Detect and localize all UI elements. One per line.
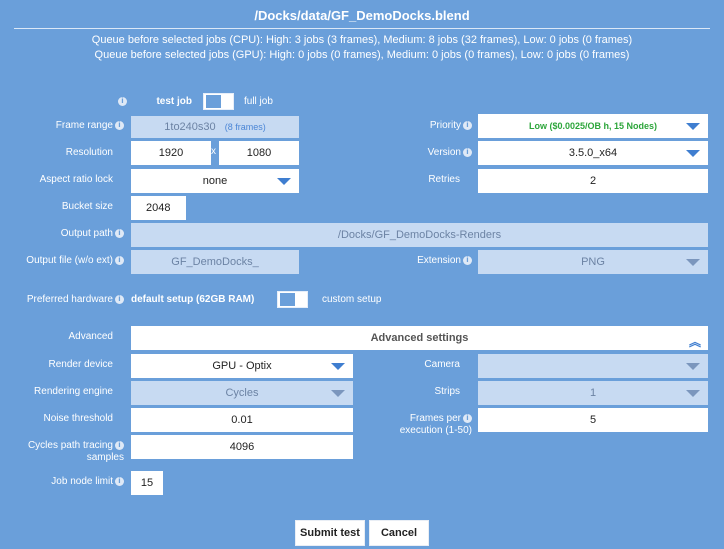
priority-select[interactable]: Low ($0.0025/OB h, 15 Nodes) — [478, 114, 708, 138]
node-limit-info-icon[interactable]: i — [115, 477, 124, 486]
version-label-text: Version — [427, 147, 461, 158]
camera-label: Camera — [424, 359, 460, 370]
strips-label: Strips — [434, 386, 460, 397]
output-path-label: Output path i — [0, 228, 124, 240]
strips-value: 1 — [589, 387, 597, 399]
samples-label-line2: samples — [86, 452, 124, 463]
output-path-info-icon[interactable]: i — [115, 229, 124, 238]
frame-range-label-text: Frame range — [55, 120, 113, 131]
extension-info-icon[interactable]: i — [463, 256, 472, 265]
queue-gpu-text: Queue before selected jobs (GPU): High: … — [94, 49, 630, 61]
priority-label: Priority i — [380, 120, 472, 132]
caret-down-icon — [686, 363, 700, 370]
toggle-knob — [206, 95, 221, 108]
priority-info-icon[interactable]: i — [463, 121, 472, 130]
frame-count-hint: (8 frames) — [224, 122, 266, 132]
version-label: Version i — [380, 147, 472, 159]
caret-down-icon — [277, 178, 291, 185]
advanced-label: Advanced — [68, 331, 113, 342]
strips-select[interactable]: 1 — [478, 381, 708, 405]
output-file-label-text: Output file (w/o ext) — [26, 255, 113, 266]
caret-down-icon — [686, 390, 700, 397]
caret-down-icon — [331, 363, 345, 370]
retries-label: Retries — [428, 174, 460, 185]
frames-per-exec-input[interactable]: 5 — [478, 408, 708, 432]
aspect-ratio-select[interactable]: none — [131, 169, 299, 193]
hardware-info-icon[interactable]: i — [115, 295, 124, 304]
queue-cpu-text: Queue before selected jobs (CPU): High: … — [91, 34, 633, 46]
frames-per-exec-label: Frames per i execution (1-50) — [366, 413, 472, 437]
caret-down-icon — [686, 259, 700, 266]
resolution-width-input[interactable]: 1920 — [131, 141, 211, 165]
toggle-knob — [280, 293, 295, 306]
default-setup-label: default setup (62GB RAM) — [131, 294, 255, 305]
submit-test-button[interactable]: Submit test — [295, 520, 365, 546]
frame-range-info-icon[interactable]: i — [115, 121, 124, 130]
bucket-size-label: Bucket size — [61, 201, 113, 212]
output-path-label-text: Output path — [60, 228, 113, 239]
noise-threshold-label: Noise threshold — [43, 413, 113, 424]
samples-info-icon[interactable]: i — [115, 441, 124, 450]
priority-value: Low ($0.0025/OB h, 15 Nodes) — [528, 121, 658, 131]
job-type-toggle[interactable] — [203, 93, 234, 110]
test-job-label: test job — [156, 96, 192, 107]
samples-label: Cycles path tracing i samples — [0, 440, 124, 464]
version-value: 3.5.0_x64 — [568, 147, 618, 159]
resolution-height-input[interactable]: 1080 — [219, 141, 299, 165]
priority-label-text: Priority — [429, 120, 461, 131]
double-chevron-up-icon: ︽ — [688, 335, 701, 349]
frame-range-value: 1to240s30 — [164, 121, 216, 133]
samples-label-line1: Cycles path tracing — [27, 440, 113, 451]
preferred-hardware-label-text: Preferred hardware — [26, 294, 113, 305]
node-limit-input[interactable]: 15 — [131, 471, 163, 495]
custom-setup-label: custom setup — [322, 294, 382, 305]
output-file-label: Output file (w/o ext) i — [0, 255, 124, 267]
frames-per-exec-label-line2: execution (1-50) — [399, 425, 472, 436]
advanced-settings-header[interactable]: Advanced settings ︽ — [131, 326, 708, 350]
samples-input[interactable]: 4096 — [131, 435, 353, 459]
rendering-engine-label: Rendering engine — [34, 386, 113, 397]
page-title: /Docks/data/GF_DemoDocks.blend — [254, 8, 470, 23]
render-device-label: Render device — [48, 359, 113, 370]
output-file-input[interactable]: GF_DemoDocks_ — [131, 250, 299, 274]
retries-input[interactable]: 2 — [478, 169, 708, 193]
caret-down-icon — [331, 390, 345, 397]
output-file-info-icon[interactable]: i — [115, 256, 124, 265]
advanced-settings-title: Advanced settings — [370, 332, 469, 344]
version-info-icon[interactable]: i — [463, 148, 472, 157]
frame-range-input[interactable]: 1to240s30 (8 frames) — [131, 116, 299, 138]
job-type-info-icon[interactable]: i — [118, 97, 127, 106]
render-device-select[interactable]: GPU - Optix — [131, 354, 353, 378]
rendering-engine-select[interactable]: Cycles — [131, 381, 353, 405]
aspect-ratio-value: none — [202, 175, 228, 187]
bucket-size-input[interactable]: 2048 — [131, 196, 186, 220]
cancel-button[interactable]: Cancel — [369, 520, 429, 546]
node-limit-label: Job node limit i — [0, 476, 124, 488]
caret-down-icon — [686, 123, 700, 130]
resolution-separator: x — [211, 146, 216, 157]
rendering-engine-value: Cycles — [225, 387, 259, 399]
output-path-input[interactable]: /Docks/GF_DemoDocks-Renders — [131, 223, 708, 247]
extension-label-text: Extension — [417, 255, 461, 266]
camera-select[interactable] — [478, 354, 708, 378]
resolution-label: Resolution — [65, 147, 113, 158]
extension-label: Extension i — [380, 255, 472, 267]
node-limit-label-text: Job node limit — [51, 476, 113, 487]
frame-range-label: Frame range i — [0, 120, 124, 132]
frames-per-exec-info-icon[interactable]: i — [463, 414, 472, 423]
title-divider — [14, 28, 710, 29]
hardware-toggle[interactable] — [277, 291, 308, 308]
full-job-label: full job — [244, 96, 273, 107]
aspect-ratio-label: Aspect ratio lock — [39, 174, 113, 185]
extension-select[interactable]: PNG — [478, 250, 708, 274]
render-device-value: GPU - Optix — [212, 360, 272, 372]
preferred-hardware-label: Preferred hardware i — [0, 294, 124, 306]
version-select[interactable]: 3.5.0_x64 — [478, 141, 708, 165]
noise-threshold-input[interactable]: 0.01 — [131, 408, 353, 432]
extension-value: PNG — [581, 256, 605, 268]
frames-per-exec-label-line1: Frames per — [409, 413, 461, 424]
caret-down-icon — [686, 150, 700, 157]
